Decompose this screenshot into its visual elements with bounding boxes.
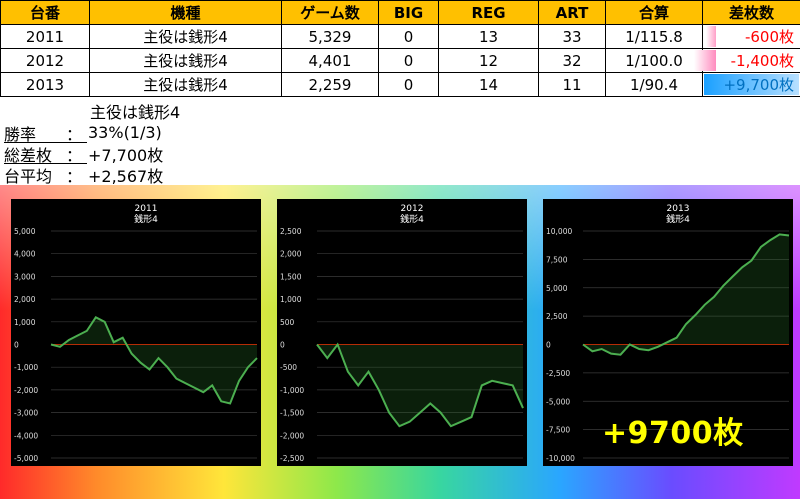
- cell-difference: -600枚: [702, 24, 800, 49]
- header-difference: 差枚数: [702, 0, 800, 25]
- cell-games: 4,401: [281, 48, 379, 73]
- table-row: 2013 主役は銭形4 2,259 0 14 11 1/90.4 +9,700枚: [0, 72, 800, 97]
- chart-subtitle: 銭形4: [400, 213, 424, 225]
- y-tick-label: -3,000: [14, 409, 38, 418]
- y-tick-label: -2,000: [14, 386, 38, 395]
- area-fill: [51, 317, 257, 404]
- chart-subtitle: 銭形4: [134, 213, 158, 225]
- win-rate-row: 勝率： 33%(1/3): [4, 123, 162, 144]
- difference-value: +9,700枚: [723, 76, 794, 94]
- header-games: ゲーム数: [281, 0, 379, 25]
- cell-machine-number: 2011: [0, 24, 90, 49]
- y-tick-label: 2,500: [280, 227, 302, 236]
- overlay-difference-label: +9700枚: [602, 416, 744, 451]
- cell-combined: 1/100.0: [605, 48, 703, 73]
- table-row: 2012 主役は銭形4 4,401 0 12 32 1/100.0 -1,400…: [0, 48, 800, 73]
- cell-games: 2,259: [281, 72, 379, 97]
- graph-2012: 2012銭形4 2,500 2,000 1,500 1,000 500 0 -500 -1,00…: [280, 204, 524, 463]
- y-tick-label: 3,000: [14, 272, 36, 281]
- header-model: 機種: [89, 0, 282, 25]
- cell-reg: 14: [438, 72, 539, 97]
- cell-big: 0: [378, 48, 439, 73]
- y-tick-label: 5,000: [546, 284, 568, 293]
- y-tick-label: 2,000: [280, 250, 302, 259]
- y-tick-label: 5,000: [14, 227, 36, 236]
- cell-art: 32: [538, 48, 606, 73]
- chart-title: 2011: [135, 204, 158, 214]
- y-tick-label: -2,000: [280, 431, 304, 440]
- win-rate-value: 33%(1/3): [88, 123, 162, 142]
- y-tick-label: -4,000: [14, 431, 38, 440]
- average-row: 台平均 ： +2,567枚: [4, 165, 164, 186]
- cell-combined: 1/115.8: [605, 24, 703, 49]
- difference-value: -1,400枚: [730, 52, 794, 70]
- difference-value: -600枚: [744, 28, 794, 46]
- difference-bar: [706, 26, 716, 47]
- header-combined: 合算: [605, 0, 703, 25]
- cell-combined: 1/90.4: [605, 72, 703, 97]
- y-tick-label: -5,000: [14, 454, 38, 463]
- average-label: 台平均: [4, 166, 53, 186]
- y-tick-label: 500: [280, 318, 295, 327]
- colon: ：: [65, 166, 82, 186]
- y-tick-label: 2,000: [14, 295, 36, 304]
- y-tick-label: -1,000: [280, 386, 304, 395]
- total-difference-row: 総差枚： +7,700枚: [4, 144, 163, 165]
- summary-title: 主役は銭形4: [90, 103, 181, 122]
- cell-big: 0: [378, 24, 439, 49]
- cell-difference: -1,400枚: [694, 48, 800, 73]
- cell-big: 0: [378, 72, 439, 97]
- cell-model: 主役は銭形4: [89, 48, 282, 73]
- y-tick-label: 1,500: [280, 272, 302, 281]
- cell-games: 5,329: [281, 24, 379, 49]
- y-tick-label: 2,500: [546, 312, 568, 321]
- table-header-row: 台番 機種 ゲーム数 BIG REG ART 合算 差枚数: [0, 0, 800, 25]
- cell-reg: 12: [438, 48, 539, 73]
- y-tick-label: 1,000: [14, 318, 36, 327]
- chart-2012: 2012 銭形4 2,500 2,000 1,500 1,000 500 0 -500 -1,00…: [277, 199, 527, 466]
- cell-art: 11: [538, 72, 606, 97]
- y-tick-label: -2,500: [546, 369, 570, 378]
- y-tick-label: -1,500: [280, 409, 304, 418]
- average-value: +2,567枚: [88, 166, 164, 186]
- chart-title: 2012: [401, 204, 424, 214]
- y-tick-label: 10,000: [546, 227, 572, 236]
- cell-difference: +9,700枚: [702, 72, 800, 97]
- y-tick-label: -1,000: [14, 363, 38, 372]
- chart-2011: 2011 銭形4 5,000 4,000 3,000 2,000 1,000 0 -1,000 -…: [11, 199, 261, 466]
- results-table: 台番 機種 ゲーム数 BIG REG ART 合算 差枚数 2011 主役は銭形…: [0, 0, 800, 97]
- header-big: BIG: [378, 0, 439, 25]
- y-tick-label: -5,000: [546, 397, 570, 406]
- y-tick-label: -500: [280, 363, 297, 372]
- y-tick-label: 1,000: [280, 295, 302, 304]
- header-machine-number: 台番: [0, 0, 90, 25]
- area-fill: [317, 344, 523, 427]
- header-reg: REG: [438, 0, 539, 25]
- difference-bar: [694, 50, 716, 71]
- graph-2011: 2011銭形4 5,000 4,000 3,000 2,000 1,000 0 -1,000 -…: [14, 204, 258, 463]
- table-row: 2011 主役は銭形4 5,329 0 13 33 1/115.8 -600枚: [0, 24, 800, 49]
- y-tick-label: 4,000: [14, 250, 36, 259]
- cell-model: 主役は銭形4: [89, 72, 282, 97]
- y-tick-label: 0: [280, 341, 285, 350]
- header-art: ART: [538, 0, 606, 25]
- cell-reg: 13: [438, 24, 539, 49]
- y-tick-label: -10,000: [546, 454, 575, 463]
- chart-title: 2013: [667, 204, 690, 214]
- y-tick-label: -2,500: [280, 454, 304, 463]
- cell-model: 主役は銭形4: [89, 24, 282, 49]
- y-tick-label: 0: [546, 341, 551, 350]
- chart-subtitle: 銭形4: [666, 213, 690, 225]
- y-tick-label: 7,500: [546, 255, 568, 264]
- cell-machine-number: 2012: [0, 48, 90, 73]
- cell-art: 33: [538, 24, 606, 49]
- y-tick-label: 0: [14, 341, 19, 350]
- y-tick-label: -7,500: [546, 426, 570, 435]
- cell-machine-number: 2013: [0, 72, 90, 97]
